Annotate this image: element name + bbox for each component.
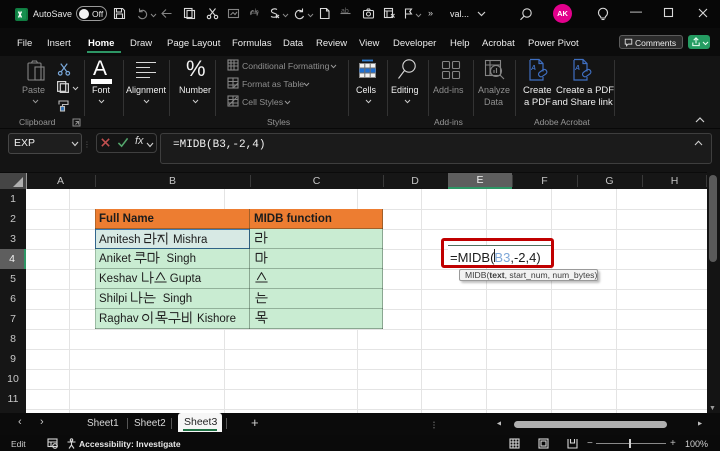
svg-text:ab: ab <box>341 8 349 15</box>
svg-text:A: A <box>574 65 580 72</box>
svg-text:ab: ab <box>251 9 259 16</box>
svg-text:A: A <box>530 65 536 72</box>
